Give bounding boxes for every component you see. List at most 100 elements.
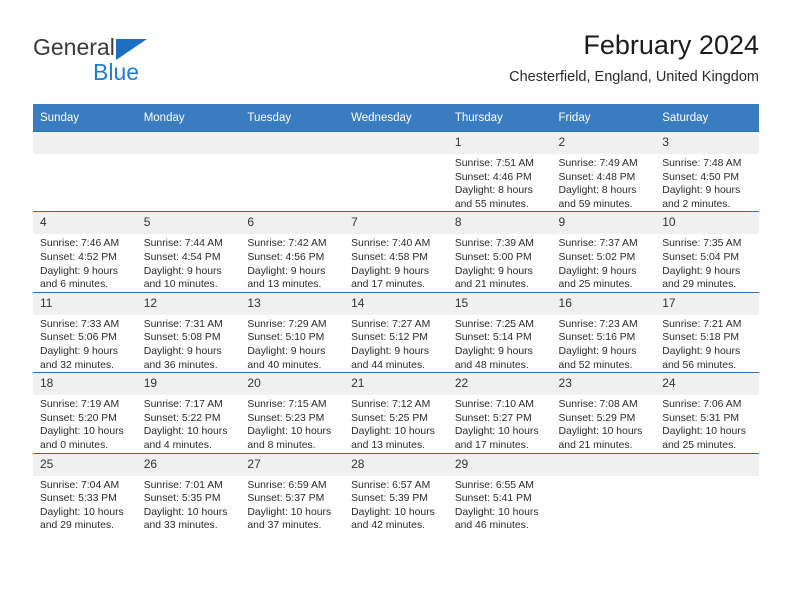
calendar-day-cell[interactable]: 13 Sunrise: 7:29 AM Sunset: 5:10 PM Dayligh… — [240, 291, 345, 373]
day-number — [136, 132, 241, 154]
day-details: Sunrise: 7:04 AM Sunset: 5:33 PM Daylight:… — [33, 476, 137, 533]
calendar-day-cell[interactable]: 25 Sunrise: 7:04 AM Sunset: 5:33 PM Dayligh… — [33, 452, 137, 533]
calendar-week-row: 4 Sunrise: 7:46 AM Sunset: 4:52 PM Daylight… — [33, 211, 759, 293]
calendar-body: 1 Sunrise: 7:51 AM Sunset: 4:46 PM Daylight… — [33, 130, 759, 533]
title-block: February 2024 Chesterfield, England, Uni… — [509, 28, 759, 88]
day-number: 28 — [344, 453, 448, 476]
sunset-time: Sunset: 5:10 PM — [247, 332, 325, 344]
logo-secondary-text: Blue — [93, 59, 140, 85]
day-number: 22 — [447, 373, 552, 396]
weekday-header-thursday: Thursday — [447, 104, 552, 132]
calendar-day-cell[interactable]: 10 Sunrise: 7:35 AM Sunset: 5:04 PM Dayligh… — [655, 211, 759, 293]
sunrise-time: Sunrise: 6:55 AM — [454, 479, 534, 491]
sunrise-time: Sunrise: 7:19 AM — [40, 399, 120, 411]
sunrise-time: Sunrise: 7:08 AM — [558, 399, 638, 411]
calendar-day-cell[interactable]: 11 Sunrise: 7:33 AM Sunset: 5:06 PM Dayligh… — [33, 291, 137, 373]
day-number: 15 — [447, 292, 552, 315]
sunrise-time: Sunrise: 7:37 AM — [558, 238, 638, 250]
calendar-header-row: Sunday Monday Tuesday Wednesday Thursday… — [33, 104, 759, 132]
weekday-header-wednesday: Wednesday — [344, 104, 448, 132]
daylight-duration: Daylight: 9 hours and 36 minutes. — [143, 345, 222, 371]
sunrise-time: Sunrise: 7:06 AM — [662, 399, 742, 411]
weekday-header-saturday: Saturday — [655, 104, 759, 132]
day-details: Sunrise: 7:10 AM Sunset: 5:27 PM Daylight:… — [448, 395, 552, 452]
daylight-duration: Daylight: 10 hours and 37 minutes. — [247, 506, 332, 532]
day-number — [655, 453, 759, 476]
calendar-day-cell[interactable]: 12 Sunrise: 7:31 AM Sunset: 5:08 PM Dayligh… — [136, 291, 241, 373]
calendar-day-cell[interactable]: 7 Sunrise: 7:40 AM Sunset: 4:58 PM Daylight… — [344, 211, 448, 293]
sunset-time: Sunset: 4:56 PM — [247, 251, 325, 263]
sunset-time: Sunset: 5:35 PM — [143, 493, 221, 505]
calendar-day-cell[interactable]: 17 Sunrise: 7:21 AM Sunset: 5:18 PM Dayligh… — [655, 291, 759, 373]
calendar-day-cell[interactable]: 14 Sunrise: 7:27 AM Sunset: 5:12 PM Dayligh… — [344, 291, 448, 373]
calendar-day-cell[interactable]: 2 Sunrise: 7:49 AM Sunset: 4:48 PM Daylight… — [551, 130, 656, 212]
sunset-time: Sunset: 5:18 PM — [662, 332, 740, 344]
general-blue-logo: General Blue — [33, 34, 223, 92]
sunset-time: Sunset: 5:39 PM — [351, 493, 428, 505]
sunrise-time: Sunrise: 7:44 AM — [143, 238, 223, 250]
day-number: 21 — [344, 373, 448, 396]
day-details: Sunrise: 7:49 AM Sunset: 4:48 PM Daylight:… — [552, 154, 656, 211]
sunset-time: Sunset: 5:04 PM — [662, 251, 740, 263]
day-details: Sunrise: 7:29 AM Sunset: 5:10 PM Daylight:… — [240, 315, 344, 372]
day-number: 23 — [551, 373, 656, 396]
day-number — [551, 453, 656, 476]
day-number — [33, 132, 137, 154]
calendar-day-cell[interactable]: 22 Sunrise: 7:10 AM Sunset: 5:27 PM Dayligh… — [447, 372, 552, 453]
sunrise-time: Sunrise: 7:23 AM — [558, 318, 638, 330]
day-details: Sunrise: 7:51 AM Sunset: 4:46 PM Daylight:… — [448, 154, 552, 211]
logo-primary-text: General — [33, 34, 115, 60]
day-details: Sunrise: 7:40 AM Sunset: 4:58 PM Daylight:… — [344, 234, 448, 291]
sunset-time: Sunset: 5:12 PM — [351, 332, 428, 344]
day-number: 3 — [655, 132, 759, 154]
calendar-day-cell[interactable]: 20 Sunrise: 7:15 AM Sunset: 5:23 PM Dayligh… — [240, 372, 345, 453]
calendar-day-cell[interactable]: 4 Sunrise: 7:46 AM Sunset: 4:52 PM Daylight… — [33, 211, 137, 293]
sunrise-time: Sunrise: 7:42 AM — [247, 238, 327, 250]
sunset-time: Sunset: 5:22 PM — [143, 412, 221, 424]
calendar-day-cell[interactable]: 23 Sunrise: 7:08 AM Sunset: 5:29 PM Dayligh… — [551, 372, 656, 453]
day-details: Sunrise: 7:15 AM Sunset: 5:23 PM Daylight:… — [240, 395, 344, 452]
calendar-day-cell[interactable]: 15 Sunrise: 7:25 AM Sunset: 5:14 PM Dayligh… — [447, 291, 552, 373]
day-number: 14 — [344, 292, 448, 315]
day-details: Sunrise: 7:12 AM Sunset: 5:25 PM Daylight:… — [344, 395, 448, 452]
daylight-duration: Daylight: 10 hours and 4 minutes. — [143, 426, 228, 451]
sunset-time: Sunset: 5:27 PM — [454, 412, 532, 424]
daylight-duration: Daylight: 10 hours and 33 minutes. — [143, 506, 228, 532]
calendar-day-cell[interactable]: 5 Sunrise: 7:44 AM Sunset: 4:54 PM Daylight… — [136, 211, 241, 293]
sunset-time: Sunset: 5:08 PM — [143, 332, 221, 344]
day-number: 26 — [136, 453, 241, 476]
sunset-time: Sunset: 5:33 PM — [40, 493, 117, 505]
calendar-day-cell[interactable]: 29 Sunrise: 6:55 AM Sunset: 5:41 PM Dayligh… — [447, 452, 552, 533]
day-number: 17 — [655, 292, 759, 315]
day-number: 10 — [655, 212, 759, 235]
calendar-day-cell[interactable]: 27 Sunrise: 6:59 AM Sunset: 5:37 PM Dayligh… — [240, 452, 345, 533]
weekday-header-sunday: Sunday — [33, 104, 137, 132]
daylight-duration: Daylight: 9 hours and 10 minutes. — [143, 265, 222, 291]
calendar-day-cell[interactable]: 6 Sunrise: 7:42 AM Sunset: 4:56 PM Daylight… — [240, 211, 345, 293]
calendar-day-cell[interactable]: 26 Sunrise: 7:01 AM Sunset: 5:35 PM Dayligh… — [136, 452, 241, 533]
calendar-day-cell[interactable]: 16 Sunrise: 7:23 AM Sunset: 5:16 PM Dayligh… — [551, 291, 656, 373]
calendar-day-cell[interactable]: 21 Sunrise: 7:12 AM Sunset: 5:25 PM Dayligh… — [344, 372, 448, 453]
daylight-duration: Daylight: 10 hours and 42 minutes. — [351, 506, 435, 532]
sunset-time: Sunset: 4:52 PM — [40, 251, 117, 263]
calendar-day-cell[interactable]: 18 Sunrise: 7:19 AM Sunset: 5:20 PM Dayligh… — [33, 372, 137, 453]
day-details: Sunrise: 7:42 AM Sunset: 4:56 PM Daylight:… — [240, 234, 344, 291]
calendar-day-cell[interactable]: 19 Sunrise: 7:17 AM Sunset: 5:22 PM Dayligh… — [136, 372, 241, 453]
daylight-duration: Daylight: 9 hours and 56 minutes. — [662, 345, 741, 371]
daylight-duration: Daylight: 8 hours and 55 minutes. — [454, 185, 533, 210]
calendar-day-cell[interactable]: 1 Sunrise: 7:51 AM Sunset: 4:46 PM Daylight… — [447, 130, 552, 212]
calendar-day-cell[interactable]: 9 Sunrise: 7:37 AM Sunset: 5:02 PM Daylight… — [551, 211, 656, 293]
day-details: Sunrise: 7:33 AM Sunset: 5:06 PM Daylight:… — [33, 315, 137, 372]
calendar-day-cell[interactable]: 28 Sunrise: 6:57 AM Sunset: 5:39 PM Dayligh… — [344, 452, 448, 533]
sunset-time: Sunset: 5:02 PM — [558, 251, 636, 263]
calendar-day-cell[interactable]: 24 Sunrise: 7:06 AM Sunset: 5:31 PM Dayligh… — [655, 372, 759, 453]
day-details: Sunrise: 7:19 AM Sunset: 5:20 PM Daylight:… — [33, 395, 137, 452]
daylight-duration: Daylight: 9 hours and 32 minutes. — [40, 345, 118, 371]
calendar-day-cell[interactable]: 8 Sunrise: 7:39 AM Sunset: 5:00 PM Daylight… — [447, 211, 552, 293]
page-subtitle: Chesterfield, England, United Kingdom — [509, 69, 759, 85]
sunset-time: Sunset: 5:29 PM — [558, 412, 636, 424]
calendar-day-cell[interactable]: 3 Sunrise: 7:48 AM Sunset: 4:50 PM Daylight… — [655, 130, 759, 212]
day-number: 9 — [551, 212, 656, 235]
sunset-time: Sunset: 4:50 PM — [662, 171, 740, 183]
sunrise-time: Sunrise: 7:39 AM — [454, 238, 534, 250]
